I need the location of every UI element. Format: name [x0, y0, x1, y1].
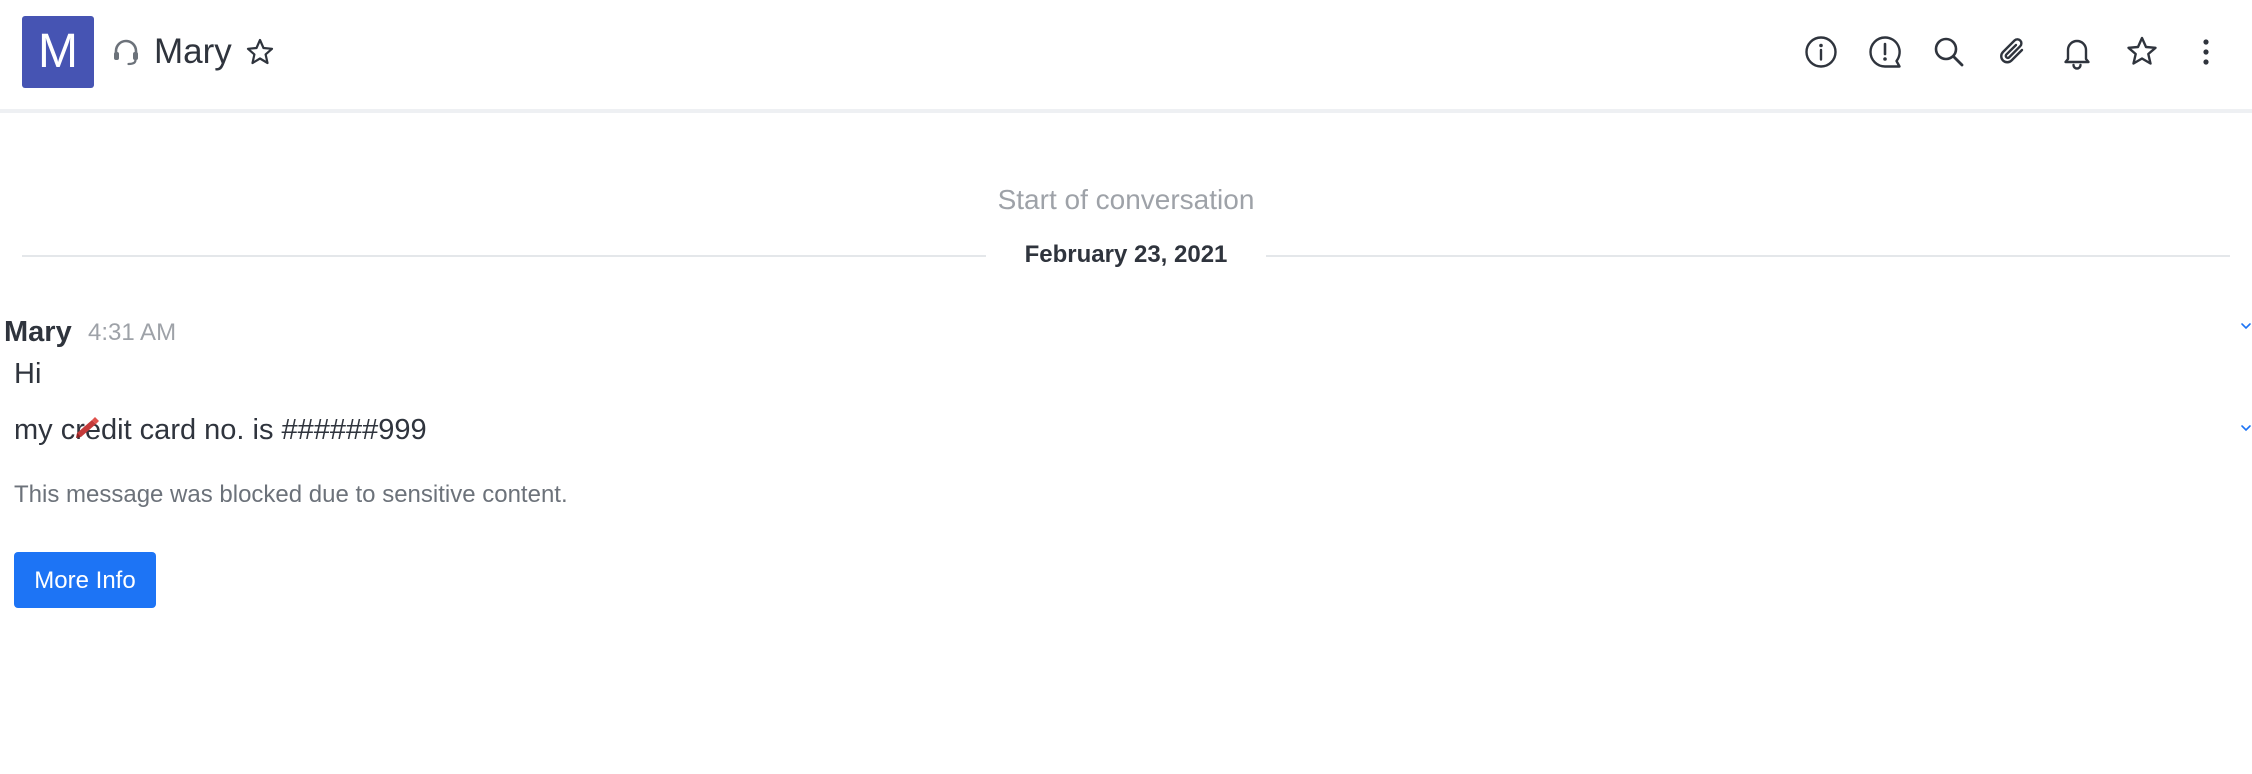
room-title: Mary — [154, 32, 232, 71]
blocked-message-note: This message was blocked due to sensitiv… — [14, 481, 568, 508]
avatar[interactable]: M — [22, 16, 94, 88]
date-divider: February 23, 2021 — [22, 240, 2230, 270]
paperclip-icon[interactable] — [1995, 34, 2031, 70]
info-circle-icon[interactable] — [1803, 34, 1839, 70]
message-list[interactable]: Start of conversation February 23, 2021 … — [0, 117, 2252, 774]
redaction-marker-icon — [76, 417, 99, 438]
chevron-down-icon[interactable] — [2240, 320, 2252, 332]
divider-date: February 23, 2021 — [1024, 241, 1228, 268]
divider-line-right — [1266, 255, 2230, 257]
room-header: M Mary — [0, 0, 2252, 113]
kebab-menu-icon[interactable] — [2188, 34, 2224, 70]
more-info-button[interactable]: More Info — [14, 552, 156, 608]
message-text: Hi — [14, 358, 42, 390]
divider-line-left — [22, 255, 986, 257]
message-author[interactable]: Mary — [4, 313, 72, 351]
search-icon[interactable] — [1931, 34, 1967, 70]
starred-messages-icon[interactable] — [2124, 34, 2160, 70]
bell-icon[interactable] — [2059, 34, 2095, 70]
chevron-down-icon[interactable] — [2240, 422, 2252, 434]
start-of-conversation: Start of conversation — [997, 184, 1255, 215]
headset-icon — [114, 39, 138, 66]
message-timestamp: 4:31 AM — [88, 319, 177, 346]
favorite-star-icon[interactable] — [244, 36, 276, 68]
discussion-alert-icon[interactable] — [1867, 34, 1903, 70]
